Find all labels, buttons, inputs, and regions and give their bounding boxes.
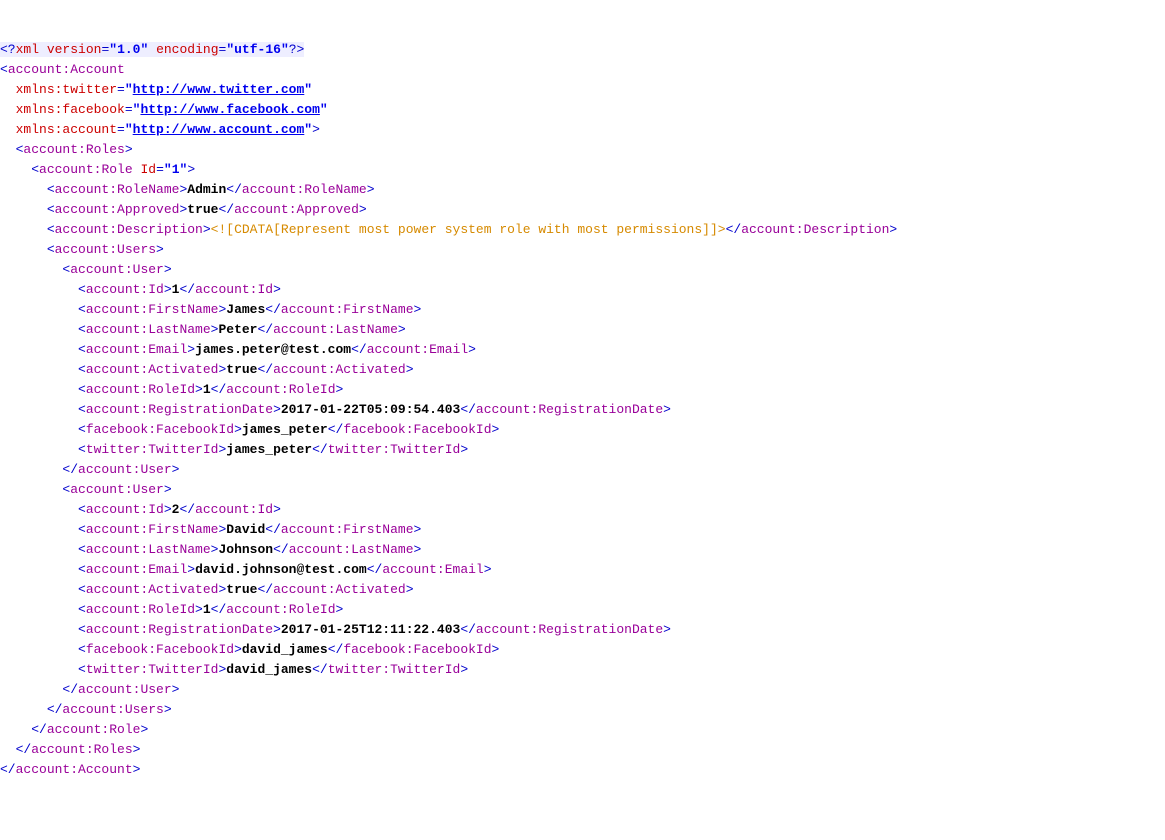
- xml-version: 1.0: [117, 42, 140, 57]
- u2-ri-close: account:RoleId: [226, 602, 335, 617]
- user1-open: account:User: [70, 262, 164, 277]
- cdata-close: ]]>: [702, 222, 725, 237]
- user2-open: account:User: [70, 482, 164, 497]
- u1-ri-close: account:RoleId: [226, 382, 335, 397]
- u2-fn: David: [226, 522, 265, 537]
- xml-document: <?xml version="1.0" encoding="utf-16"?> …: [0, 40, 1165, 780]
- u1-rd-close: account:RegistrationDate: [476, 402, 663, 417]
- ns-facebook-attr: xmlns:facebook: [16, 102, 125, 117]
- u1-ln-close: account:LastName: [273, 322, 398, 337]
- u1-fn-open: account:FirstName: [86, 302, 219, 317]
- u2-tw-open: twitter:TwitterId: [86, 662, 219, 677]
- u2-ln-close: account:LastName: [289, 542, 414, 557]
- u2-ri-open: account:RoleId: [86, 602, 195, 617]
- xml-encoding: utf-16: [234, 42, 281, 57]
- u1-tw-close: twitter:TwitterId: [328, 442, 461, 457]
- rolename-open: account:RoleName: [55, 182, 180, 197]
- u1-ac-open: account:Activated: [86, 362, 219, 377]
- user2-close: account:User: [78, 682, 172, 697]
- u2-ln-open: account:LastName: [86, 542, 211, 557]
- u2-id-open: account:Id: [86, 502, 164, 517]
- u2-ac-close: account:Activated: [273, 582, 406, 597]
- u1-fb-open: facebook:FacebookId: [86, 422, 234, 437]
- u2-ri: 1: [203, 602, 211, 617]
- u1-tw: james_peter: [226, 442, 312, 457]
- user1-close: account:User: [78, 462, 172, 477]
- u1-ri-open: account:RoleId: [86, 382, 195, 397]
- ns-twitter-url[interactable]: http://www.twitter.com: [133, 82, 305, 97]
- u1-rd-open: account:RegistrationDate: [86, 402, 273, 417]
- role-id-val: 1: [172, 162, 180, 177]
- u2-ln: Johnson: [218, 542, 273, 557]
- u2-em: david.johnson@test.com: [195, 562, 367, 577]
- ns-account-url[interactable]: http://www.account.com: [133, 122, 305, 137]
- u1-rd: 2017-01-22T05:09:54.403: [281, 402, 460, 417]
- ns-facebook-url[interactable]: http://www.facebook.com: [140, 102, 319, 117]
- u2-em-open: account:Email: [86, 562, 187, 577]
- u1-em-open: account:Email: [86, 342, 187, 357]
- xml-declaration: <?xml version="1.0" encoding="utf-16"?>: [0, 42, 304, 57]
- role-id-attr: Id: [140, 162, 156, 177]
- u1-tw-open: twitter:TwitterId: [86, 442, 219, 457]
- u2-id-close: account:Id: [195, 502, 273, 517]
- u1-ln-open: account:LastName: [86, 322, 211, 337]
- u1-ri: 1: [203, 382, 211, 397]
- u2-fb-close: facebook:FacebookId: [343, 642, 491, 657]
- role-open: account:Role: [39, 162, 133, 177]
- u2-em-close: account:Email: [382, 562, 483, 577]
- ns-twitter-attr: xmlns:twitter: [16, 82, 117, 97]
- cdata-content: Represent most power system role with mo…: [281, 222, 702, 237]
- rolename-value: Admin: [187, 182, 226, 197]
- u1-fn-close: account:FirstName: [281, 302, 414, 317]
- u2-tw-close: twitter:TwitterId: [328, 662, 461, 677]
- approved-value: true: [187, 202, 218, 217]
- u2-ac-open: account:Activated: [86, 582, 219, 597]
- u1-em: james.peter@test.com: [195, 342, 351, 357]
- u1-id-close: account:Id: [195, 282, 273, 297]
- u2-rd-close: account:RegistrationDate: [476, 622, 663, 637]
- description-open: account:Description: [55, 222, 203, 237]
- u2-tw: david_james: [226, 662, 312, 677]
- u1-fb-close: facebook:FacebookId: [343, 422, 491, 437]
- roles-close: account:Roles: [31, 742, 132, 757]
- root-open: account:Account: [8, 62, 125, 77]
- u1-ln: Peter: [218, 322, 257, 337]
- u1-fn: James: [226, 302, 265, 317]
- rolename-close: account:RoleName: [242, 182, 367, 197]
- users-open: account:Users: [55, 242, 156, 257]
- u1-id-open: account:Id: [86, 282, 164, 297]
- u2-fn-open: account:FirstName: [86, 522, 219, 537]
- u2-fn-close: account:FirstName: [281, 522, 414, 537]
- u2-rd-open: account:RegistrationDate: [86, 622, 273, 637]
- approved-open: account:Approved: [55, 202, 180, 217]
- ns-account-attr: xmlns:account: [16, 122, 117, 137]
- u1-ac-close: account:Activated: [273, 362, 406, 377]
- approved-close: account:Approved: [234, 202, 359, 217]
- u2-fb-open: facebook:FacebookId: [86, 642, 234, 657]
- u1-em-close: account:Email: [367, 342, 468, 357]
- description-close: account:Description: [741, 222, 889, 237]
- u1-fb: james_peter: [242, 422, 328, 437]
- u2-rd: 2017-01-25T12:11:22.403: [281, 622, 460, 637]
- roles-open: account:Roles: [23, 142, 124, 157]
- u2-ac: true: [226, 582, 257, 597]
- root-close: account:Account: [16, 762, 133, 777]
- u2-fb: david_james: [242, 642, 328, 657]
- users-close: account:Users: [62, 702, 163, 717]
- role-close: account:Role: [47, 722, 141, 737]
- u1-ac: true: [226, 362, 257, 377]
- cdata-open: <![CDATA[: [211, 222, 281, 237]
